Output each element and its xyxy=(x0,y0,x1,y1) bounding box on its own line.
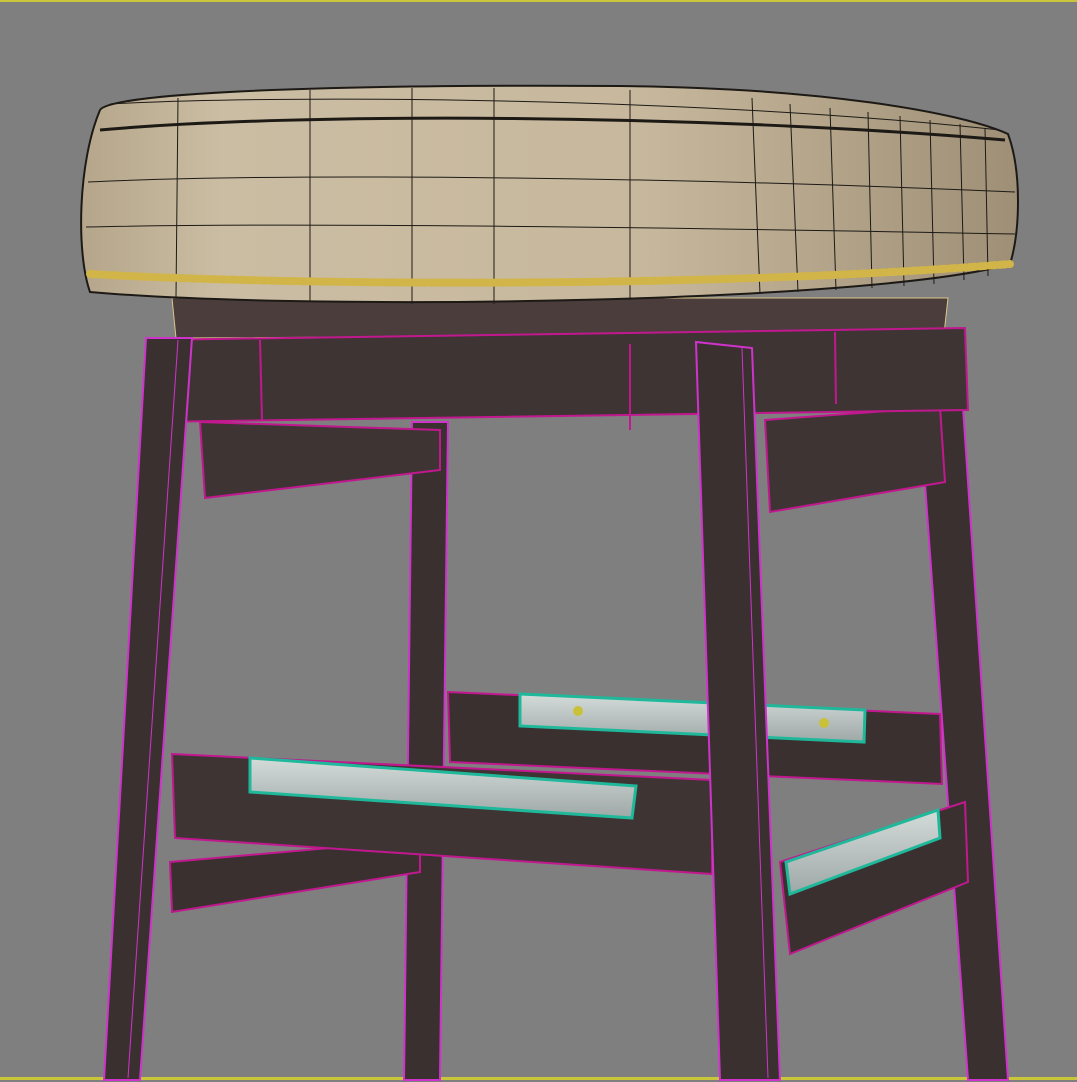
seat-cushion xyxy=(80,84,1019,304)
right-footrest xyxy=(778,800,970,956)
front-left-leg xyxy=(102,337,194,1081)
right-apron-rail xyxy=(763,405,947,514)
screw-icon xyxy=(573,706,583,716)
bar-stool-render xyxy=(80,84,1019,1081)
back-left-leg xyxy=(402,421,450,1081)
3d-viewport xyxy=(0,0,1077,1081)
back-aprons xyxy=(198,405,947,514)
left-apron-rail xyxy=(198,420,441,500)
screw-icon xyxy=(819,718,829,728)
